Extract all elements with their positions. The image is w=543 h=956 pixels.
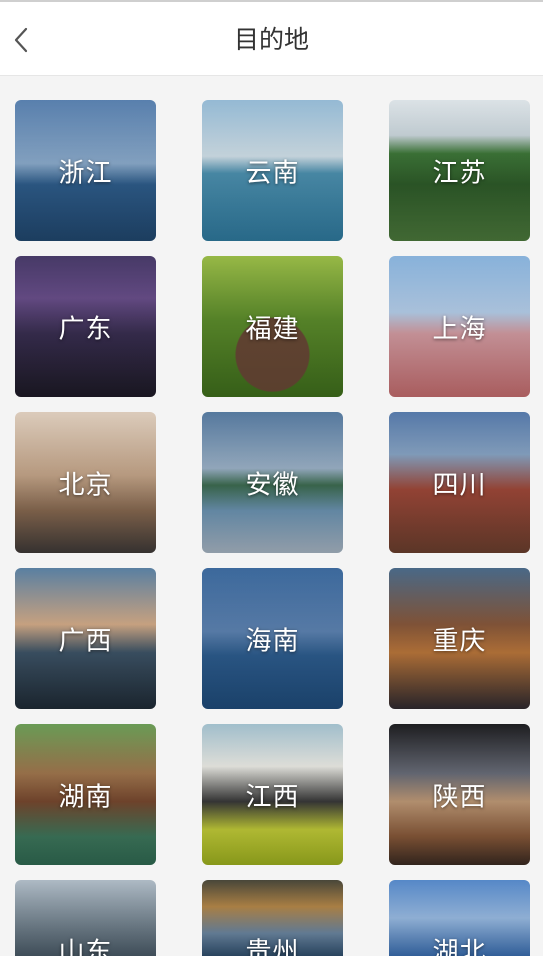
destination-label: 云南 — [245, 158, 300, 188]
destination-label: 湖南 — [58, 782, 113, 812]
destination-label: 广西 — [58, 626, 113, 656]
destination-tile-guangxi[interactable]: 广西 — [15, 568, 156, 709]
destination-label: 江苏 — [432, 158, 487, 188]
destination-tile-chongqing[interactable]: 重庆 — [389, 568, 530, 709]
destination-tile-jiangsu[interactable]: 江苏 — [389, 100, 530, 241]
destination-label: 贵州 — [245, 937, 300, 956]
destination-tile-hubei[interactable]: 湖北 — [389, 880, 530, 956]
destination-label: 浙江 — [58, 158, 113, 188]
destination-tile-hunan[interactable]: 湖南 — [15, 724, 156, 865]
destination-label: 福建 — [245, 314, 300, 344]
destination-tile-beijing[interactable]: 北京 — [15, 412, 156, 553]
destination-label: 海南 — [245, 626, 300, 656]
destination-label: 重庆 — [432, 626, 487, 656]
destination-tile-shanghai[interactable]: 上海 — [389, 256, 530, 397]
destination-tile-fujian[interactable]: 福建 — [202, 256, 343, 397]
destination-tile-jiangxi[interactable]: 江西 — [202, 724, 343, 865]
destination-tile-guizhou[interactable]: 贵州 — [202, 880, 343, 956]
destination-tile-shandong[interactable]: 山东 — [15, 880, 156, 956]
destination-label: 上海 — [432, 314, 487, 344]
destination-label: 湖北 — [432, 937, 487, 956]
destination-label: 北京 — [58, 470, 113, 500]
page-title: 目的地 — [233, 25, 309, 54]
destination-tile-hainan[interactable]: 海南 — [202, 568, 343, 709]
destination-label: 安徽 — [245, 470, 300, 500]
destination-tile-shaanxi[interactable]: 陕西 — [389, 724, 530, 865]
destination-tile-guangdong[interactable]: 广东 — [15, 256, 156, 397]
destination-tile-yunnan[interactable]: 云南 — [202, 100, 343, 241]
destination-label: 山东 — [58, 937, 113, 956]
destination-tile-sichuan[interactable]: 四川 — [389, 412, 530, 553]
destination-tile-zhejiang[interactable]: 浙江 — [15, 100, 156, 241]
destination-label: 江西 — [245, 782, 300, 812]
header-bar: 目的地 — [0, 0, 543, 76]
destination-label: 广东 — [58, 314, 113, 344]
destination-tile-anhui[interactable]: 安徽 — [202, 412, 343, 553]
destination-label: 陕西 — [432, 782, 487, 812]
destination-label: 四川 — [432, 470, 487, 500]
